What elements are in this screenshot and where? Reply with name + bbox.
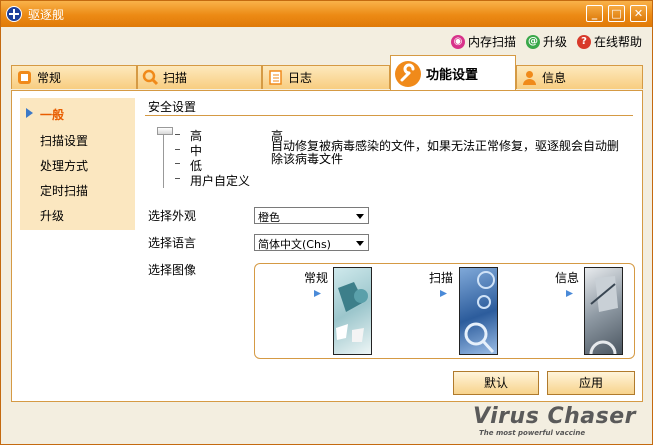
- tab-general-label: 常规: [37, 71, 62, 85]
- play-arrow-icon[interactable]: [439, 289, 448, 298]
- appearance-value: 橙色: [258, 211, 280, 224]
- skin-general-thumbnail[interactable]: [333, 267, 372, 355]
- security-slider-thumb[interactable]: [157, 127, 173, 135]
- skin-general-label: 常规: [304, 271, 329, 285]
- online-help-link[interactable]: ? 在线帮助: [576, 33, 642, 50]
- slider-tick: [175, 178, 180, 179]
- language-select[interactable]: 简体中文(Chs): [254, 234, 369, 251]
- skin-info-label: 信息: [555, 271, 580, 285]
- selected-arrow-icon: [26, 108, 33, 118]
- chevron-down-icon: [356, 241, 364, 246]
- sidebar-item-scheduled-scan[interactable]: 定时扫描: [40, 182, 88, 199]
- tab-bar: 常规 扫描 日志 功能设置 信息: [11, 55, 643, 91]
- tab-scan[interactable]: 扫描: [137, 65, 262, 89]
- tab-settings[interactable]: 功能设置: [390, 55, 516, 91]
- sidebar-item-handling[interactable]: 处理方式: [40, 157, 88, 174]
- app-window: 驱逐舰 _ □ ✕ ◉ 内存扫描 @ 升级 ? 在线帮助 常规 扫描 日志 功能…: [0, 0, 653, 445]
- appearance-select[interactable]: 橙色: [254, 207, 369, 224]
- apply-button[interactable]: 应用: [547, 371, 635, 395]
- app-icon: [6, 6, 22, 22]
- level-description: 自动修复被病毒感染的文件，如果无法正常修复，驱逐舰会自动删除该病毒文件: [271, 139, 620, 166]
- tab-info[interactable]: 信息: [516, 65, 643, 89]
- slider-tick: [175, 163, 180, 164]
- language-label: 选择语言: [148, 236, 197, 250]
- person-icon: [523, 71, 536, 85]
- update-label: 升级: [542, 35, 567, 49]
- play-arrow-icon[interactable]: [313, 289, 322, 298]
- general-icon: [18, 71, 31, 84]
- section-title: 安全设置: [148, 100, 197, 114]
- skin-scan-thumbnail[interactable]: [459, 267, 498, 355]
- memory-scan-link[interactable]: ◉ 内存扫描: [450, 33, 516, 50]
- tab-log[interactable]: 日志: [262, 65, 390, 89]
- brand-tagline: The most powerful vaccine: [479, 429, 586, 437]
- slider-tick: [175, 149, 180, 150]
- sidebar-item-general[interactable]: 一般: [40, 106, 64, 123]
- tab-settings-label: 功能设置: [426, 68, 479, 83]
- brand-logo: Virus Chaser: [473, 404, 636, 429]
- memory-scan-label: 内存扫描: [467, 35, 516, 49]
- slider-tick: [175, 134, 180, 135]
- update-icon: @: [525, 34, 540, 49]
- security-slider-track[interactable]: [163, 130, 164, 188]
- skin-image-box: 常规 扫描 信息: [254, 263, 635, 359]
- sidebar-item-scan-settings[interactable]: 扫描设置: [40, 132, 88, 149]
- settings-sidebar: 一般 扫描设置 处理方式 定时扫描 升级: [20, 98, 135, 230]
- tab-scan-label: 扫描: [163, 71, 188, 85]
- close-button[interactable]: ✕: [630, 5, 647, 22]
- help-icon: ?: [576, 34, 591, 49]
- settings-panel: 一般 扫描设置 处理方式 定时扫描 升级 安全设置 高 中 低 用户自定义 高 …: [11, 90, 643, 402]
- top-links: ◉ 内存扫描 @ 升级 ? 在线帮助: [450, 33, 642, 50]
- appearance-label: 选择外观: [148, 209, 197, 223]
- sidebar-item-update[interactable]: 升级: [40, 207, 64, 224]
- level-custom: 用户自定义: [190, 174, 251, 188]
- tab-log-label: 日志: [288, 71, 313, 85]
- title-bar[interactable]: 驱逐舰 _ □ ✕: [1, 1, 652, 27]
- language-value: 简体中文(Chs): [258, 238, 331, 251]
- skin-scan-label: 扫描: [429, 271, 454, 285]
- maximize-button[interactable]: □: [608, 5, 625, 22]
- online-help-label: 在线帮助: [593, 35, 642, 49]
- wrench-icon: [395, 60, 421, 87]
- minimize-button[interactable]: _: [586, 5, 603, 22]
- memory-scan-icon: ◉: [450, 34, 465, 49]
- notebook-icon: [269, 70, 282, 85]
- update-link[interactable]: @ 升级: [525, 33, 567, 50]
- tab-info-label: 信息: [542, 71, 567, 85]
- tab-general[interactable]: 常规: [11, 65, 137, 89]
- window-title: 驱逐舰: [28, 8, 65, 22]
- play-arrow-icon[interactable]: [565, 289, 574, 298]
- magnifier-icon: [142, 69, 159, 86]
- image-label: 选择图像: [148, 263, 197, 277]
- section-divider: [145, 115, 633, 116]
- skin-info-thumbnail[interactable]: [584, 267, 623, 355]
- default-button[interactable]: 默认: [453, 371, 539, 395]
- chevron-down-icon: [356, 214, 364, 219]
